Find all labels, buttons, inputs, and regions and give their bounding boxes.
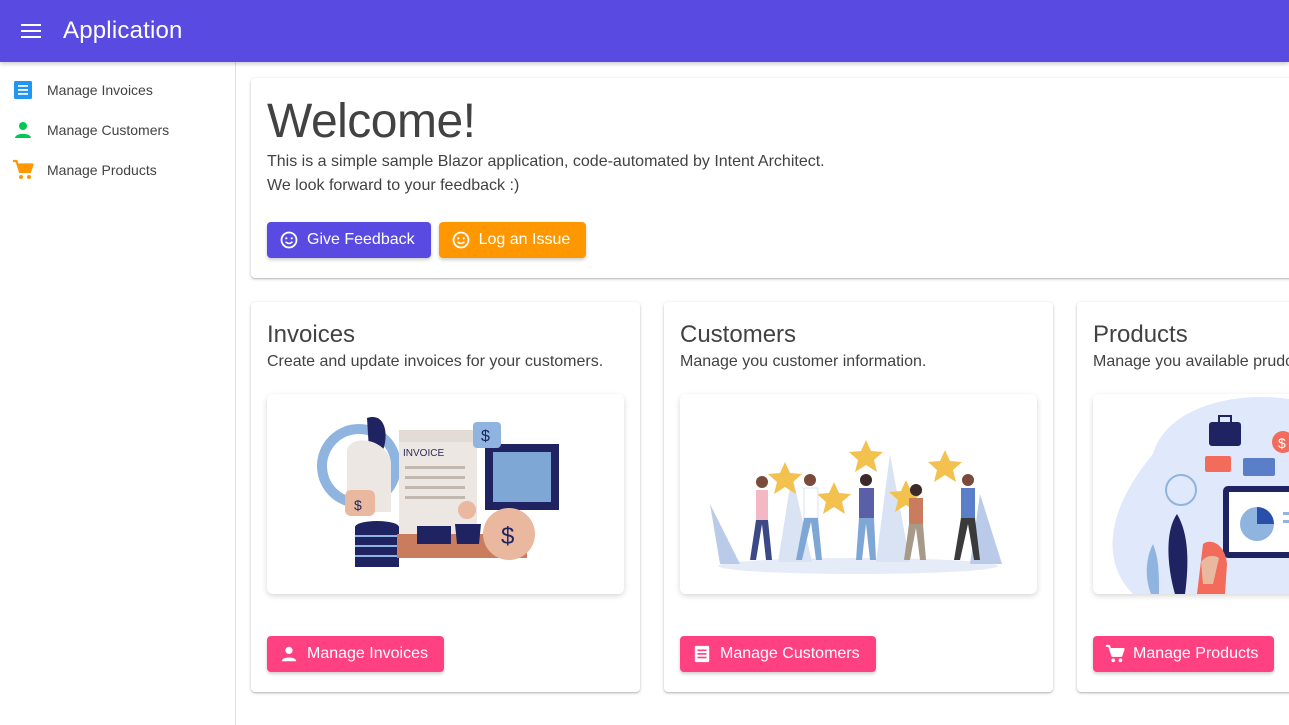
welcome-text-line-1: This is a simple sample Blazor applicati… <box>267 153 825 170</box>
log-issue-button[interactable]: Log an Issue <box>438 222 587 258</box>
welcome-text-line-2: We look forward to your feedback :) <box>267 177 520 194</box>
nav-drawer: Manage Invoices Manage Customers Manage … <box>0 62 236 725</box>
app-bar: Application <box>0 0 1289 62</box>
log-issue-label: Log an Issue <box>478 231 571 248</box>
card-description: Manage you available prudcts. <box>1093 353 1289 370</box>
receipt-icon <box>692 644 712 664</box>
invoices-illustration: INVOICE $ $ $ <box>267 394 624 594</box>
svg-text:$: $ <box>1278 435 1286 451</box>
manage-products-button[interactable]: Manage Products <box>1093 636 1275 672</box>
card-description: Manage you customer information. <box>680 353 927 370</box>
app-title: Application <box>63 17 183 44</box>
products-card: Products Manage you available prudcts. $ <box>1077 302 1289 692</box>
smiley-icon <box>279 230 299 250</box>
nav-item-label: Manage Products <box>47 162 157 178</box>
main-content: Welcome! This is a simple sample Blazor … <box>236 62 1289 725</box>
nav-item-manage-products[interactable]: Manage Products <box>0 150 235 190</box>
give-feedback-button[interactable]: Give Feedback <box>267 222 431 258</box>
manage-invoices-label: Manage Invoices <box>307 645 428 662</box>
products-illustration: $ <box>1093 394 1289 594</box>
person-icon <box>279 644 299 664</box>
card-description: Create and update invoices for your cust… <box>267 353 604 370</box>
welcome-panel: Welcome! This is a simple sample Blazor … <box>251 78 1289 278</box>
card-title: Invoices <box>267 321 356 348</box>
give-feedback-label: Give Feedback <box>307 231 415 248</box>
nav-item-manage-customers[interactable]: Manage Customers <box>0 110 235 150</box>
manage-customers-label: Manage Customers <box>720 645 860 662</box>
menu-button[interactable] <box>0 0 62 62</box>
card-title: Customers <box>680 321 797 348</box>
manage-products-label: Manage Products <box>1133 645 1259 662</box>
nav-item-manage-invoices[interactable]: Manage Invoices <box>0 70 235 110</box>
svg-text:$: $ <box>501 523 514 550</box>
invoices-card: Invoices Create and update invoices for … <box>251 302 640 692</box>
customers-illustration <box>680 394 1037 594</box>
card-title: Products <box>1093 321 1188 348</box>
smiley-icon <box>451 230 471 250</box>
manage-invoices-button[interactable]: Manage Invoices <box>267 636 444 672</box>
svg-text:$: $ <box>481 428 490 445</box>
cart-icon <box>1105 644 1125 664</box>
manage-customers-button[interactable]: Manage Customers <box>680 636 876 672</box>
hamburger-menu-icon <box>21 24 41 38</box>
welcome-actions: Give Feedback Log an Issue <box>267 222 1289 258</box>
customers-card: Customers Manage you customer informatio… <box>664 302 1053 692</box>
receipt-icon <box>12 79 34 101</box>
invoice-text: INVOICE <box>403 448 444 459</box>
welcome-title: Welcome! <box>267 95 476 148</box>
svg-text:$: $ <box>354 497 362 513</box>
nav-item-label: Manage Invoices <box>47 82 153 98</box>
cart-icon <box>12 159 34 181</box>
person-icon <box>12 119 34 141</box>
nav-item-label: Manage Customers <box>47 122 170 138</box>
